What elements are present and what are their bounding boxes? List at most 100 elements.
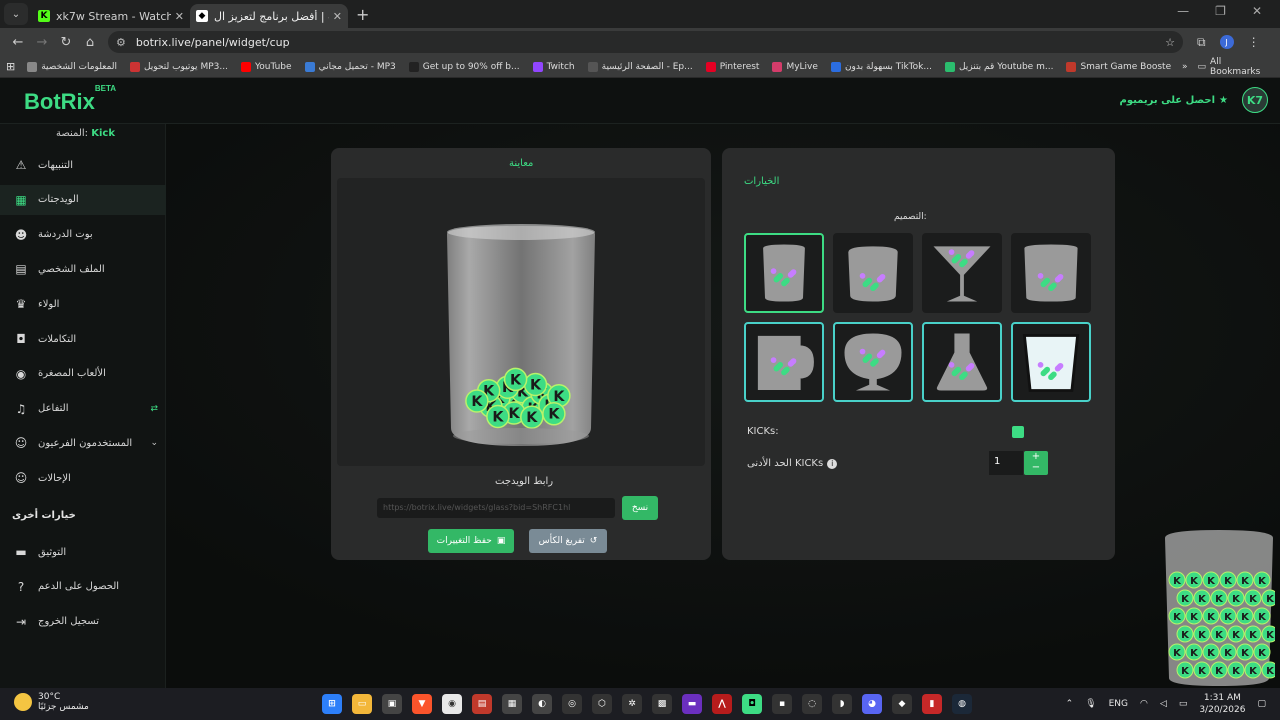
decrement-button[interactable]: − — [1024, 462, 1048, 473]
tab-kick-stream[interactable]: K xk7w Stream - Watch Live on K ✕ — [32, 4, 190, 28]
kicks-color-swatch[interactable] — [1012, 426, 1024, 438]
clock[interactable]: 1:31 AM 3/20/2026 — [1199, 692, 1245, 716]
quantity-stepper[interactable]: + − — [1024, 451, 1048, 475]
botrix-app-icon[interactable]: ◘ — [742, 694, 762, 714]
restore-icon[interactable]: ❐ — [1215, 4, 1226, 18]
sidebar-item[interactable]: ♛ الولاء — [0, 289, 166, 319]
chrome-icon[interactable]: ◉ — [442, 694, 462, 714]
app-icon[interactable]: ▦ — [502, 694, 522, 714]
tab-search-button[interactable]: ⌄ — [4, 3, 28, 25]
app-icon[interactable]: ◐ — [532, 694, 552, 714]
sidebar-item[interactable]: ▦ الويدجتات — [0, 184, 166, 215]
menu-icon[interactable]: ⋮ — [1248, 35, 1260, 49]
increment-button[interactable]: + — [1024, 451, 1048, 462]
back-icon[interactable]: ← — [6, 35, 30, 50]
steam-icon[interactable]: ◍ — [952, 694, 972, 714]
bookmark-item[interactable]: تحميل مجاني - MP3 — [304, 61, 396, 72]
profile-avatar[interactable]: J — [1219, 35, 1234, 49]
sidebar-item[interactable]: ☺ المستخدمون الفرعيون ⌄ — [0, 428, 166, 458]
copy-button[interactable]: نسخ — [622, 496, 658, 520]
chevron-down-icon[interactable]: ⌄ — [150, 438, 158, 448]
app-icon[interactable]: ⋀ — [712, 694, 732, 714]
apps-icon[interactable]: ⊞ — [6, 60, 15, 73]
site-info-icon[interactable]: ⚙ — [116, 36, 126, 49]
app-icon[interactable]: ⬡ — [592, 694, 612, 714]
design-option-bucket[interactable] — [1011, 322, 1091, 402]
app-icon[interactable]: ◗ — [832, 694, 852, 714]
design-option-flask[interactable] — [922, 322, 1002, 402]
brave-icon[interactable]: ▼ — [412, 694, 432, 714]
sidebar-other-item[interactable]: ? الحصول على الدعم — [0, 572, 166, 602]
bookmark-item[interactable]: YouTube — [240, 61, 292, 72]
sidebar-item[interactable]: ▤ الملف الشخصي — [0, 254, 166, 284]
app-icon[interactable]: ◎ — [562, 694, 582, 714]
sidebar-item[interactable]: ◘ التكاملات — [0, 324, 166, 354]
notification-icon[interactable]: ▢ — [1257, 699, 1266, 709]
bookmark-item[interactable]: Get up to 90% off b... — [408, 61, 520, 72]
wifi-icon[interactable]: ◠ — [1140, 699, 1148, 709]
more-bookmarks-icon[interactable]: » — [1182, 62, 1188, 72]
bookmark-star-icon[interactable]: ☆ — [1165, 36, 1175, 49]
widget-link-field[interactable]: https://botrix.live/widgets/glass?bid=Sh… — [377, 498, 615, 518]
sidebar-item[interactable]: ⚠ التنبيهات — [0, 150, 166, 180]
microphone-icon[interactable]: 🎙 — [1085, 699, 1096, 709]
empty-cup-button[interactable]: تفريغ الكأس ↺ — [529, 529, 607, 553]
bookmark-item[interactable]: الصفحة الرئيسية - Ep... — [587, 61, 693, 72]
language-indicator[interactable]: ENG — [1109, 699, 1128, 709]
all-bookmarks[interactable]: ▭ All Bookmarks — [1198, 57, 1274, 77]
bookmark-item[interactable]: Twitch — [532, 61, 575, 72]
bookmark-item[interactable]: يوتيوب لتحويل MP3... — [129, 61, 228, 72]
design-option-glass-4[interactable] — [1011, 233, 1091, 313]
chevron-up-icon[interactable]: ⌃ — [1066, 699, 1074, 709]
botrix-logo[interactable]: BotRixBETA — [24, 84, 116, 115]
close-icon[interactable]: ✕ — [175, 10, 184, 23]
min-kicks-input[interactable]: 1 — [989, 451, 1023, 475]
sidebar-item[interactable]: ☺ الإحالات — [0, 463, 166, 493]
bookmark-item[interactable]: قم بتنزيل Youtube m... — [944, 61, 1053, 72]
app-icon[interactable]: ◌ — [802, 694, 822, 714]
bookmark-item[interactable]: Smart Game Booste... — [1066, 61, 1172, 72]
design-option-glass-2[interactable] — [833, 233, 913, 313]
reload-icon[interactable]: ↻ — [54, 35, 78, 50]
discord-icon[interactable]: ◕ — [862, 694, 882, 714]
sidebar-item[interactable]: ◉ الألعاب المصغرة — [0, 359, 166, 389]
app-icon[interactable]: ▪ — [772, 694, 792, 714]
get-premium-link[interactable]: احصل على بريميوم ★ — [1120, 95, 1229, 106]
app-icon[interactable]: ▤ — [472, 694, 492, 714]
store-icon[interactable]: ▣ — [382, 694, 402, 714]
close-icon[interactable]: ✕ — [333, 10, 342, 23]
app-icon[interactable]: ▮ — [922, 694, 942, 714]
bookmark-item[interactable]: بسهولة بدون TikTok... — [830, 61, 932, 72]
new-tab-button[interactable]: + — [356, 5, 369, 24]
battery-icon[interactable]: ▭ — [1179, 699, 1188, 709]
design-option-martini[interactable] — [922, 233, 1002, 313]
weather-widget[interactable]: 30°C مشمس جزئيًا — [14, 692, 89, 712]
bookmark-item[interactable]: Pinterest — [705, 61, 759, 72]
sidebar-item[interactable]: ♫ التفاعل ⇄ — [0, 394, 166, 424]
bookmark-item[interactable]: المعلومات الشخصية — [27, 61, 117, 72]
user-avatar[interactable]: K7 — [1242, 87, 1268, 113]
bookmark-item[interactable]: MyLive — [772, 61, 818, 72]
home-icon[interactable]: ⌂ — [78, 35, 102, 50]
file-explorer-icon[interactable]: ▭ — [352, 694, 372, 714]
close-window-icon[interactable]: ✕ — [1252, 4, 1262, 18]
steelseries-icon[interactable]: ✲ — [622, 694, 642, 714]
minimize-icon[interactable]: — — [1177, 4, 1189, 18]
app-icon[interactable]: ◆ — [892, 694, 912, 714]
sidebar-other-item[interactable]: ▬ التوثيق — [0, 537, 166, 567]
address-bar[interactable]: ⚙ botrix.live/panel/widget/cup ☆ — [108, 31, 1183, 53]
sidebar-other-item[interactable]: ⇥ تسجيل الخروج — [0, 607, 166, 637]
extensions-icon[interactable]: ⧉ — [1197, 35, 1206, 50]
tab-botrix-widgets[interactable]: ◆ الويدجتات | أفضل برنامج لتعزيز ال ✕ — [190, 4, 348, 28]
save-changes-button[interactable]: حفظ التغييرات ▣ — [428, 529, 514, 553]
sidebar-item[interactable]: ☻ بوت الدردشة — [0, 220, 166, 250]
design-option-mug[interactable] — [744, 322, 824, 402]
forward-icon[interactable]: → — [30, 35, 54, 50]
design-option-glass-1[interactable] — [744, 233, 824, 313]
start-icon[interactable]: ⊞ — [322, 694, 342, 714]
app-icon[interactable]: ▬ — [682, 694, 702, 714]
app-icon[interactable]: ▩ — [652, 694, 672, 714]
design-option-snifter[interactable] — [833, 322, 913, 402]
volume-icon[interactable]: ◁ — [1160, 699, 1167, 709]
info-icon[interactable]: i — [827, 458, 838, 469]
